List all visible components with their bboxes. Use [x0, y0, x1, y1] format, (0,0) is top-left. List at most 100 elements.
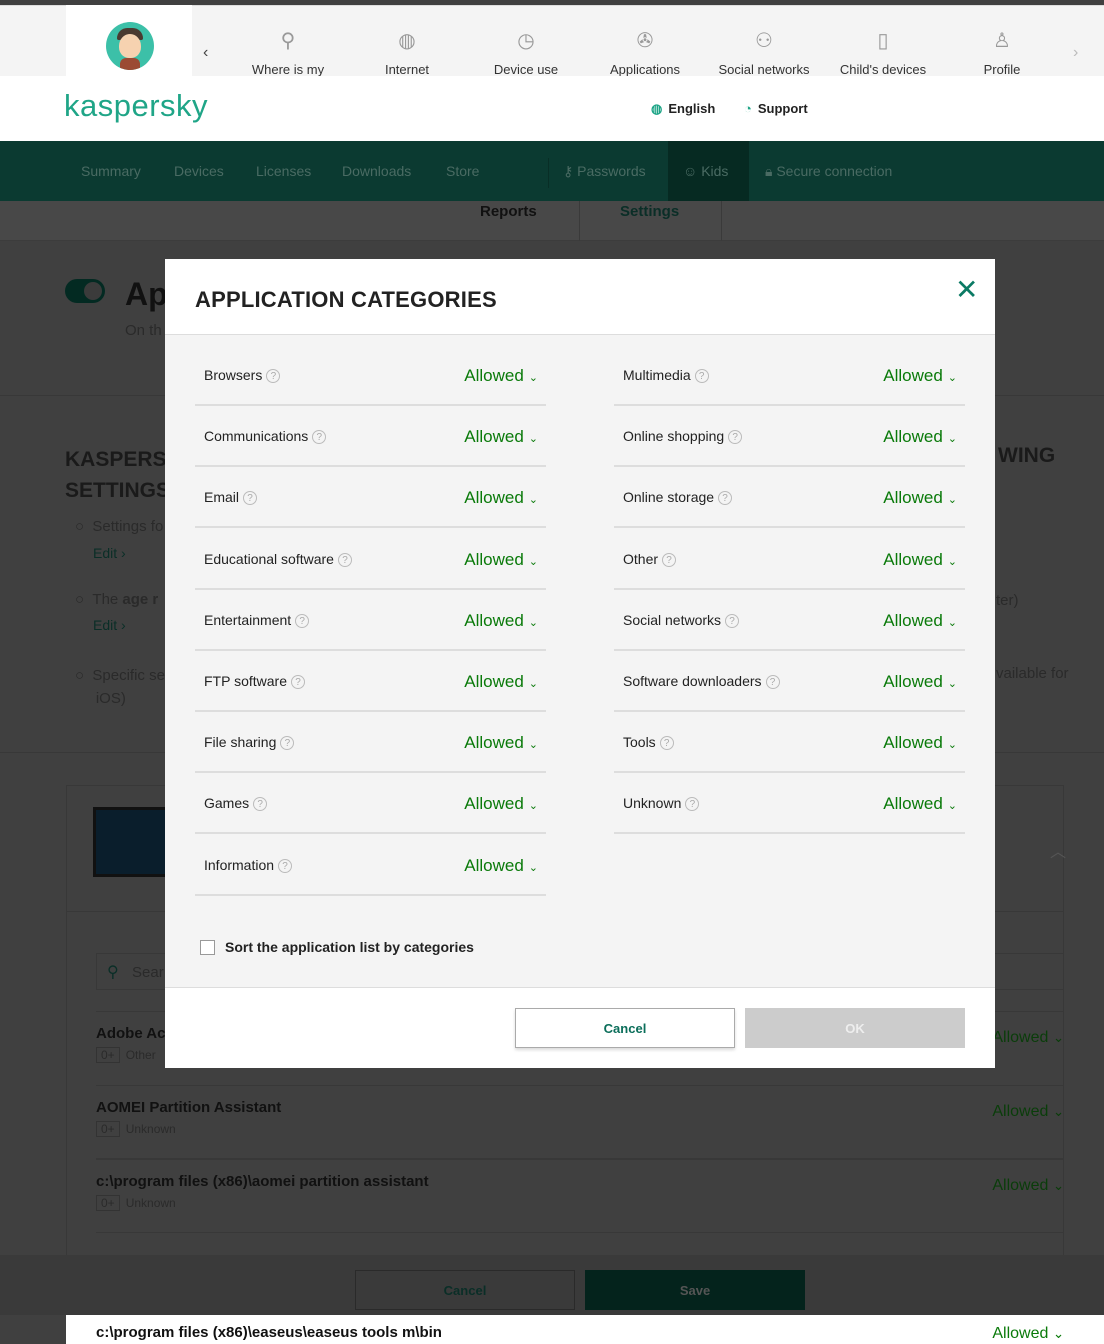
child-nav-item[interactable]: ♙ Profile — [947, 28, 1057, 77]
help-icon[interactable]: ? — [278, 858, 293, 873]
tab-reports[interactable]: Reports — [480, 203, 537, 220]
category-permission-dropdown[interactable]: Allowed ⌄ — [464, 427, 538, 447]
edit-link[interactable]: Edit › — [93, 545, 126, 561]
main-nav-item[interactable]: Store — [446, 163, 479, 179]
chevron-left-icon[interactable]: ‹ — [203, 44, 208, 62]
help-icon[interactable]: ? — [312, 430, 327, 445]
category-permission-dropdown[interactable]: Allowed ⌄ — [464, 794, 538, 814]
main-nav-kids[interactable]: ☺ Kids — [683, 163, 728, 179]
monitor-icon — [93, 807, 168, 877]
clock-icon: ◷ — [517, 30, 535, 52]
gamepad-icon: ✇ — [636, 30, 654, 52]
sub-tabs — [0, 201, 1104, 241]
search-icon: ⚲ — [107, 964, 119, 981]
chevron-down-icon: ⌄ — [947, 494, 957, 507]
globe-icon: ◍ — [651, 101, 663, 116]
applications-toggle[interactable] — [65, 279, 105, 303]
chevron-down-icon: ⌄ — [528, 739, 538, 752]
save-button[interactable]: Save — [585, 1270, 805, 1310]
category-row: Information? Allowed ⌄ — [195, 835, 546, 896]
category-permission-dropdown[interactable]: Allowed ⌄ — [464, 856, 538, 876]
child-nav-item[interactable]: ⚲ Where is my — [233, 28, 343, 77]
main-nav-secure-connection[interactable]: 🔒︎ Secure connection — [765, 163, 892, 180]
section-subtitle: On th — [125, 322, 162, 339]
category-permission-dropdown[interactable]: Allowed ⌄ — [464, 550, 538, 570]
chevron-right-icon[interactable]: › — [1073, 44, 1078, 62]
divider — [548, 158, 549, 188]
chevron-down-icon: ⌄ — [528, 494, 538, 507]
child-nav-item[interactable]: ◷ Device use — [471, 28, 581, 77]
kaspersky-logo[interactable]: kaspersky — [64, 88, 208, 124]
category-permission-dropdown[interactable]: Allowed ⌄ — [883, 611, 957, 631]
category-permission-dropdown[interactable]: Allowed ⌄ — [464, 366, 538, 386]
tab-settings[interactable]: Settings — [620, 203, 679, 220]
category-permission-dropdown[interactable]: Allowed ⌄ — [464, 488, 538, 508]
category-permission-dropdown[interactable]: Allowed ⌄ — [464, 672, 538, 692]
main-nav — [0, 141, 1104, 201]
chevron-down-icon: ⌄ — [947, 372, 957, 384]
help-icon[interactable]: ? — [662, 552, 677, 567]
edit-link[interactable]: Edit › — [93, 617, 126, 633]
app-permission-dropdown[interactable]: Allowed ⌄ — [992, 1177, 1064, 1195]
child-nav-item[interactable]: ◍ Internet — [352, 28, 462, 77]
chevron-down-icon: ⌄ — [528, 372, 538, 384]
child-nav-item[interactable]: ▯ Child's devices — [828, 28, 938, 77]
help-icon[interactable]: ? — [659, 736, 674, 751]
category-permission-dropdown[interactable]: Allowed ⌄ — [883, 366, 957, 386]
avatar[interactable] — [106, 22, 154, 70]
help-icon[interactable]: ? — [337, 552, 352, 567]
category-row: Online storage? Allowed ⌄ — [614, 467, 965, 529]
dialog-cancel-button[interactable]: Cancel — [515, 1008, 735, 1048]
main-nav-item[interactable]: Downloads — [342, 163, 411, 179]
chevron-down-icon: ⌄ — [947, 555, 957, 568]
bullet-3-tail: vailable for — [996, 665, 1069, 682]
category-permission-dropdown[interactable]: Allowed ⌄ — [883, 550, 957, 570]
help-icon[interactable]: ? — [765, 675, 780, 689]
category-permission-dropdown[interactable]: Allowed ⌄ — [464, 611, 538, 631]
dialog-title: APPLICATION CATEGORIES — [195, 287, 497, 312]
app-permission-dropdown[interactable]: Allowed ⌄ — [992, 1103, 1064, 1121]
help-icon[interactable]: ? — [266, 369, 281, 383]
help-icon[interactable]: ? — [728, 430, 743, 445]
category-permission-dropdown[interactable]: Allowed ⌄ — [883, 733, 957, 753]
app-permission-dropdown[interactable]: Allowed ⌄ — [992, 1325, 1064, 1343]
cancel-button[interactable]: Cancel — [355, 1270, 575, 1310]
help-icon[interactable]: ? — [243, 491, 258, 506]
child-nav-item[interactable]: ⚇ Social networks — [709, 28, 819, 77]
category-permission-dropdown[interactable]: Allowed ⌄ — [883, 488, 957, 508]
section-title: Ap — [125, 276, 168, 312]
sort-by-categories-label[interactable]: Sort the application list by categories — [225, 939, 474, 955]
help-icon[interactable]: ? — [253, 797, 268, 812]
help-icon[interactable]: ? — [291, 675, 305, 689]
bullet-1: ○ Settings fo — [75, 518, 164, 535]
close-icon[interactable]: ✕ — [955, 273, 978, 306]
main-nav-item[interactable]: Devices — [174, 163, 224, 179]
category-permission-dropdown[interactable]: Allowed ⌄ — [883, 672, 957, 692]
child-nav-item[interactable]: ✇ Applications — [590, 28, 700, 77]
main-nav-passwords[interactable]: ⚷ Passwords — [563, 163, 646, 180]
dialog-ok-button[interactable]: OK — [745, 1008, 965, 1048]
category-row: Browsers? Allowed ⌄ — [195, 345, 546, 406]
chevron-down-icon: ⌄ — [947, 616, 957, 629]
category-permission-dropdown[interactable]: Allowed ⌄ — [883, 794, 957, 814]
help-icon[interactable]: ? — [295, 613, 310, 628]
language-link[interactable]: ◍ English — [651, 101, 715, 117]
help-icon[interactable]: ? — [725, 613, 740, 628]
category-row: Entertainment? Allowed ⌄ — [195, 590, 546, 651]
help-icon[interactable]: ? — [685, 797, 700, 812]
app-permission-dropdown[interactable]: Allowed ⌄ — [992, 1029, 1064, 1047]
category-row: Online shopping? Allowed ⌄ — [614, 406, 965, 468]
category-permission-dropdown[interactable]: Allowed ⌄ — [883, 427, 957, 447]
collapse-icon[interactable]: ︿ — [1050, 838, 1066, 862]
support-link[interactable]: ◔ Support — [744, 101, 808, 116]
help-icon[interactable]: ? — [280, 736, 295, 751]
chevron-down-icon: ⌄ — [947, 678, 957, 690]
main-nav-item[interactable]: Summary — [81, 163, 141, 179]
chevron-down-icon: ⌄ — [947, 800, 957, 813]
globe-icon: ◍ — [398, 30, 416, 52]
help-icon[interactable]: ? — [718, 491, 733, 506]
main-nav-item[interactable]: Licenses — [256, 163, 311, 179]
category-permission-dropdown[interactable]: Allowed ⌄ — [464, 733, 538, 753]
sort-by-categories-checkbox[interactable] — [200, 940, 215, 955]
help-icon[interactable]: ? — [694, 369, 709, 383]
